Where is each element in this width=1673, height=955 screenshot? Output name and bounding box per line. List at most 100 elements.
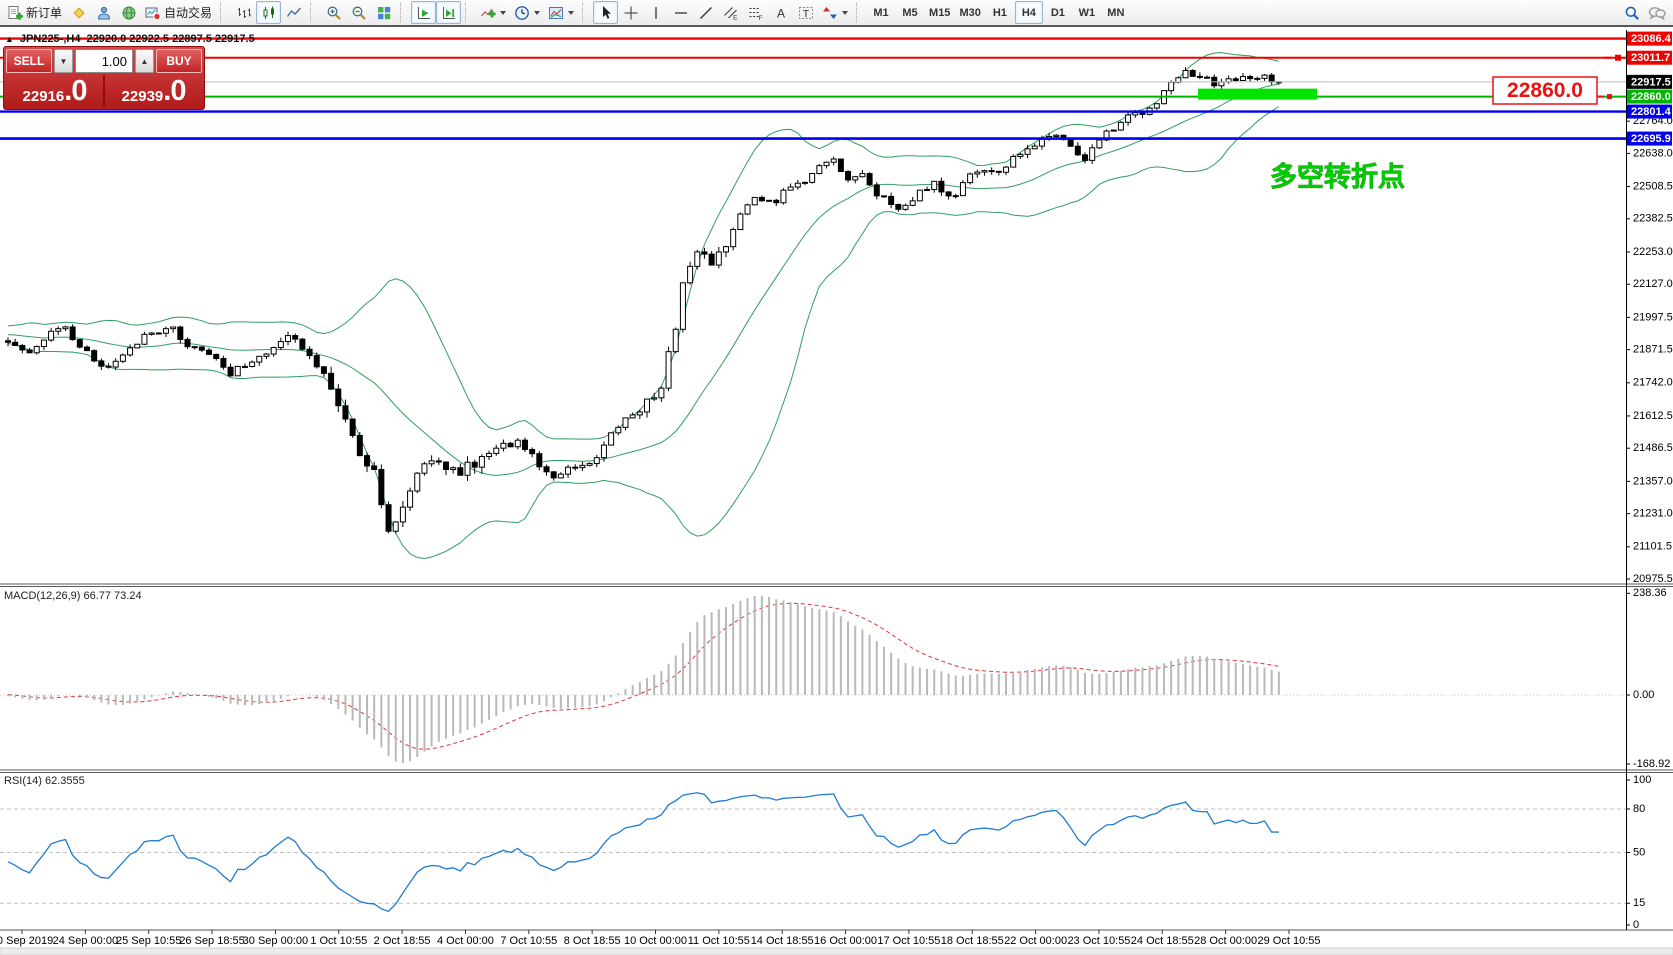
svg-text:0.00: 0.00 bbox=[1633, 689, 1654, 701]
chart-shift-button[interactable] bbox=[436, 1, 461, 24]
horizontal-line-tool-button[interactable] bbox=[668, 1, 693, 24]
buy-button[interactable]: BUY bbox=[156, 49, 202, 73]
sell-button[interactable]: SELL bbox=[6, 49, 52, 73]
svg-text:22382.5: 22382.5 bbox=[1633, 213, 1673, 225]
crosshair-icon bbox=[623, 5, 639, 21]
toolbar-right-group bbox=[1619, 1, 1670, 24]
callout-text: 22860.0 bbox=[1507, 79, 1583, 102]
period-h1[interactable]: H1 bbox=[986, 1, 1014, 24]
svg-text:80: 80 bbox=[1633, 803, 1645, 815]
period-m5[interactable]: M5 bbox=[896, 1, 924, 24]
horizontal-line-icon bbox=[673, 5, 689, 21]
toolbar-separator bbox=[856, 3, 864, 23]
svg-text:100: 100 bbox=[1633, 774, 1651, 786]
chart-canvas[interactable]: 22860.0多空转折点22764.022638.022508.522382.5… bbox=[0, 0, 1673, 955]
axis-price-label: 22801.4 bbox=[1631, 106, 1672, 118]
period-m15[interactable]: M15 bbox=[925, 1, 954, 24]
period-w1[interactable]: W1 bbox=[1073, 1, 1101, 24]
toolbar-separator bbox=[465, 3, 473, 23]
cursor-tool-button[interactable] bbox=[593, 1, 618, 24]
new-order-button[interactable]: 新订单 bbox=[3, 1, 66, 24]
volume-input[interactable] bbox=[75, 49, 133, 73]
price-callout[interactable]: 22860.0 bbox=[1493, 77, 1612, 104]
indicators-icon bbox=[480, 5, 496, 21]
svg-text:21612.5: 21612.5 bbox=[1633, 410, 1673, 422]
timeframe-group: M1M5M15M30H1H4D1W1MN bbox=[867, 1, 1130, 24]
data-center-button[interactable] bbox=[116, 1, 141, 24]
time-tick-label: 17 Oct 10:55 bbox=[877, 935, 940, 947]
toolbar-separator bbox=[582, 3, 590, 23]
axis-price-label: 22860.0 bbox=[1631, 91, 1671, 103]
one-click-trading-panel: SELL ▼ ▲ BUY 22916 .0 22939 .0 bbox=[3, 46, 205, 110]
annotation-note[interactable]: 多空转折点 bbox=[1270, 161, 1405, 192]
market-watch-icon bbox=[71, 5, 87, 21]
clock-icon bbox=[514, 5, 530, 21]
svg-text:22127.0: 22127.0 bbox=[1633, 278, 1673, 290]
channel-tool-button[interactable]: E bbox=[718, 1, 743, 24]
tile-windows-button[interactable] bbox=[371, 1, 396, 24]
label-tool-button[interactable]: T bbox=[793, 1, 818, 24]
zoom-in-button[interactable] bbox=[321, 1, 346, 24]
period-h4[interactable]: H4 bbox=[1015, 1, 1043, 24]
symbol-period-label: JPN225-,H4 bbox=[20, 33, 81, 45]
line-chart-button[interactable] bbox=[281, 1, 306, 24]
dropdown-caret bbox=[842, 11, 848, 15]
period-m1[interactable]: M1 bbox=[867, 1, 895, 24]
globe-icon bbox=[121, 5, 137, 21]
axis-price-label: 23011.7 bbox=[1631, 52, 1670, 64]
period-d1[interactable]: D1 bbox=[1044, 1, 1072, 24]
search-button[interactable] bbox=[1619, 1, 1644, 24]
trendline-tool-button[interactable] bbox=[693, 1, 718, 24]
period-mn[interactable]: MN bbox=[1102, 1, 1130, 24]
horizontal-scrollbar bbox=[0, 948, 1673, 955]
svg-text:15: 15 bbox=[1633, 897, 1645, 909]
ohlc-values: 22920.0 22922.5 22897.5 22917.5 bbox=[86, 33, 254, 45]
zoom-out-icon bbox=[351, 5, 367, 21]
templates-button[interactable] bbox=[544, 1, 578, 24]
time-tick-label: 4 Oct 00:00 bbox=[437, 935, 494, 947]
crosshair-tool-button[interactable] bbox=[618, 1, 643, 24]
auto-trading-button[interactable]: 自动交易 bbox=[141, 1, 216, 24]
toolbar-separator bbox=[220, 3, 228, 23]
arrows-tool-button[interactable] bbox=[818, 1, 852, 24]
vertical-line-icon bbox=[648, 5, 664, 21]
fibonacci-tool-button[interactable]: F bbox=[743, 1, 768, 24]
axis-price-label: 22917.5 bbox=[1631, 76, 1671, 88]
rsi-label: RSI(14) 62.3555 bbox=[4, 775, 85, 787]
macd-pane: MACD(12,26,9) 66.77 73.24238.360.00-168.… bbox=[0, 587, 1670, 770]
dropdown-caret bbox=[500, 11, 506, 15]
time-tick-label: 11 Oct 10:55 bbox=[688, 935, 750, 947]
zoom-out-button[interactable] bbox=[346, 1, 371, 24]
market-watch-button[interactable] bbox=[66, 1, 91, 24]
vertical-line-tool-button[interactable] bbox=[643, 1, 668, 24]
dropdown-caret bbox=[534, 11, 540, 15]
time-tick-label: 26 Sep 18:55 bbox=[179, 935, 244, 947]
text-tool-button[interactable]: A bbox=[768, 1, 793, 24]
text-glyph: A bbox=[777, 6, 785, 20]
search-icon bbox=[1624, 5, 1640, 21]
fibo-glyph: F bbox=[758, 15, 762, 21]
channel-glyph: E bbox=[733, 14, 738, 21]
indicators-button[interactable] bbox=[476, 1, 510, 24]
auto-trading-label: 自动交易 bbox=[164, 4, 212, 21]
volume-decrease-button[interactable]: ▼ bbox=[54, 49, 73, 73]
bar-chart-button[interactable] bbox=[231, 1, 256, 24]
periods-menu-button[interactable] bbox=[510, 1, 544, 24]
navigator-button[interactable] bbox=[91, 1, 116, 24]
new-order-icon bbox=[7, 5, 23, 21]
dropdown-caret bbox=[568, 11, 574, 15]
chat-button[interactable] bbox=[1644, 1, 1670, 24]
collapse-panel-icon[interactable]: ▲ bbox=[5, 34, 14, 44]
auto-scroll-button[interactable] bbox=[411, 1, 436, 24]
buy-price-display[interactable]: 22939 .0 bbox=[105, 75, 202, 107]
highlight-band[interactable] bbox=[1198, 89, 1317, 100]
candlestick-chart-icon bbox=[261, 5, 277, 21]
volume-increase-button[interactable]: ▲ bbox=[135, 49, 154, 73]
chat-icon bbox=[1648, 5, 1666, 21]
fibonacci-icon: F bbox=[748, 5, 764, 21]
sell-price-display[interactable]: 22916 .0 bbox=[6, 75, 103, 107]
line-endpoint-marker bbox=[1615, 55, 1621, 61]
macd-signal-line bbox=[8, 603, 1279, 749]
period-m30[interactable]: M30 bbox=[955, 1, 984, 24]
candlestick-chart-button[interactable] bbox=[256, 1, 281, 24]
